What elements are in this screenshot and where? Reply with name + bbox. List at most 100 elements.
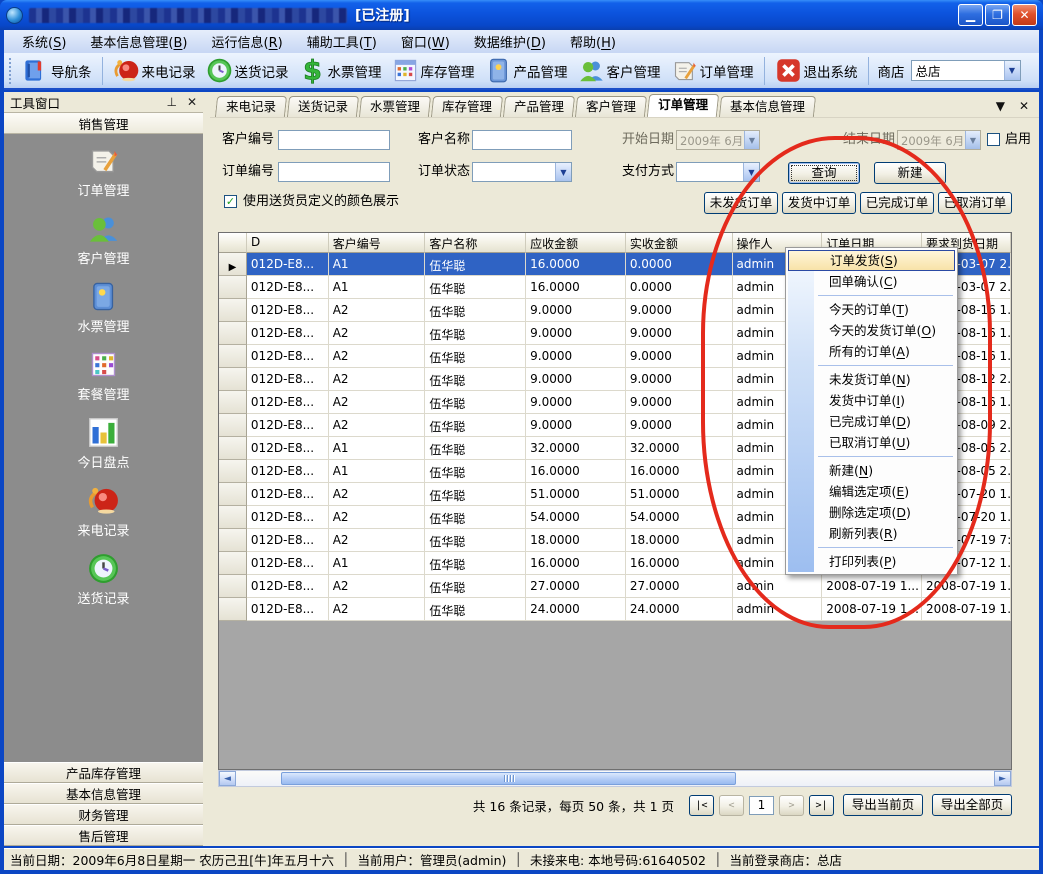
tab-送货记录[interactable]: 送货记录 (287, 96, 359, 117)
sidebar-item-water-card[interactable]: 水票管理 (77, 280, 129, 335)
menu-separator (818, 456, 953, 457)
minimize-button[interactable]: ▁ (958, 4, 983, 26)
start-date-picker[interactable]: 2009年 6月 8日 ▼ (676, 130, 760, 150)
store-combo[interactable]: 总店 ▼ (911, 60, 1021, 81)
sidebar-item-package-grid[interactable]: 套餐管理 (77, 348, 129, 403)
sidebar-item-customer-people[interactable]: 客户管理 (77, 212, 129, 267)
context-menu-item-回单确认[interactable]: 回单确认(C) (816, 271, 955, 292)
scroll-right-icon[interactable]: ► (994, 771, 1011, 786)
order-status-combo[interactable]: ▼ (472, 162, 572, 182)
context-menu-item-今天的发货订单[interactable]: 今天的发货订单(O) (816, 320, 955, 341)
menu-item-S[interactable]: 系统(S) (12, 30, 76, 53)
column-header[interactable]: 客户名称 (425, 233, 526, 253)
prev-page-button[interactable]: < (719, 795, 744, 816)
close-icon[interactable]: ✕ (187, 95, 197, 109)
column-header[interactable]: D (247, 233, 329, 253)
chevron-down-icon[interactable]: ▼ (744, 131, 759, 149)
next-page-button[interactable]: > (779, 795, 804, 816)
chevron-down-icon[interactable]: ▼ (743, 163, 759, 181)
context-menu-item-订单发货[interactable]: 订单发货(S) (788, 250, 955, 271)
export-all-pages-button[interactable]: 导出全部页 (932, 794, 1012, 816)
pay-method-combo[interactable]: ▼ (676, 162, 760, 182)
context-menu-item-编辑选定项[interactable]: 编辑选定项(E) (816, 481, 955, 502)
sidebar-item-order-scroll[interactable]: 订单管理 (77, 144, 129, 199)
menu-item-R[interactable]: 运行信息(R) (202, 30, 293, 53)
tab-基本信息管理[interactable]: 基本信息管理 (719, 96, 816, 117)
context-menu-item-未发货订单[interactable]: 未发货订单(N) (816, 369, 955, 390)
tab-close-icon[interactable]: ✕ (1019, 99, 1029, 113)
enable-checkbox[interactable] (987, 133, 1000, 146)
toolbar-button-dollar[interactable]: $水票管理 (294, 55, 387, 86)
column-header[interactable] (219, 233, 247, 253)
toolbar-button-navigator-book[interactable]: 导航条 (17, 55, 97, 86)
sidebar-item-delivery-clock[interactable]: 送货记录 (77, 552, 129, 607)
context-menu-item-所有的订单[interactable]: 所有的订单(A) (816, 341, 955, 362)
sidebar-group-bar[interactable]: 财务管理 (4, 804, 203, 825)
sidebar-group-bar[interactable]: 基本信息管理 (4, 783, 203, 804)
tab-客户管理[interactable]: 客户管理 (575, 96, 647, 117)
context-menu-item-今天的订单[interactable]: 今天的订单(T) (816, 299, 955, 320)
tab-库存管理[interactable]: 库存管理 (431, 96, 503, 117)
menu-item-B[interactable]: 基本信息管理(B) (80, 30, 197, 53)
last-page-button[interactable]: >| (809, 795, 834, 816)
column-header[interactable]: 应收金额 (526, 233, 626, 253)
page-number-input[interactable]: 1 (749, 796, 774, 815)
column-header[interactable]: 客户编号 (329, 233, 426, 253)
status-filter-button-1[interactable]: 发货中订单 (782, 192, 856, 214)
toolbar-button-call-bell[interactable]: 来电记录 (108, 55, 201, 86)
toolbar-button-customer-people[interactable]: 客户管理 (573, 55, 666, 86)
status-filter-button-3[interactable]: 已取消订单 (938, 192, 1012, 214)
sidebar-group-bar[interactable]: 售后管理 (4, 825, 203, 846)
sidebar-group-sales[interactable]: 销售管理 (4, 113, 203, 134)
end-date-picker[interactable]: 2009年 6月 8日 ▼ (897, 130, 981, 150)
context-menu-item-已完成订单[interactable]: 已完成订单(D) (816, 411, 955, 432)
horizontal-scrollbar[interactable]: ◄ ► (218, 770, 1012, 787)
scrollbar-thumb[interactable] (281, 772, 736, 785)
toolbar-button-delivery-clock[interactable]: 送货记录 (201, 55, 294, 86)
toolbar-button-product-book[interactable]: 产品管理 (480, 55, 573, 86)
status-filter-button-2[interactable]: 已完成订单 (860, 192, 934, 214)
color-display-checkbox[interactable]: ✓ (224, 195, 237, 208)
toolbar-grip[interactable] (9, 58, 14, 84)
sidebar-group-bar[interactable]: 产品库存管理 (4, 762, 203, 783)
context-menu-item-发货中订单[interactable]: 发货中订单(I) (816, 390, 955, 411)
toolbar-button-inventory-grid[interactable]: 库存管理 (387, 55, 480, 86)
chevron-down-icon[interactable]: ▼ (965, 131, 980, 149)
customer-name-input[interactable] (472, 130, 572, 150)
column-header[interactable]: 实收金额 (626, 233, 733, 253)
context-menu-item-刷新列表[interactable]: 刷新列表(R) (816, 523, 955, 544)
close-button[interactable]: ✕ (1012, 4, 1037, 26)
menu-item-H[interactable]: 帮助(H) (560, 30, 626, 53)
tab-来电记录[interactable]: 来电记录 (215, 96, 287, 117)
context-menu-item-打印列表[interactable]: 打印列表(P) (816, 551, 955, 572)
chevron-down-icon[interactable]: ▼ (555, 163, 571, 181)
table-row[interactable]: 012D-E8...A2伍华聪27.000027.0000admin2008-0… (219, 575, 1011, 598)
table-row[interactable]: 012D-E8...A2伍华聪24.000024.0000admin2008-0… (219, 598, 1011, 621)
context-menu-item-已取消订单[interactable]: 已取消订单(U) (816, 432, 955, 453)
first-page-button[interactable]: |< (689, 795, 714, 816)
menu-item-T[interactable]: 辅助工具(T) (297, 30, 387, 53)
context-menu-item-新建[interactable]: 新建(N) (816, 460, 955, 481)
tab-scroll-down-icon[interactable]: ▼ (996, 99, 1005, 113)
customer-no-input[interactable] (278, 130, 390, 150)
status-filter-button-0[interactable]: 未发货订单 (704, 192, 778, 214)
tab-产品管理[interactable]: 产品管理 (503, 96, 575, 117)
tab-订单管理[interactable]: 订单管理 (647, 94, 719, 117)
order-no-input[interactable] (278, 162, 390, 182)
query-button[interactable]: 查询 (788, 162, 860, 184)
menu-item-D[interactable]: 数据维护(D) (464, 30, 556, 53)
chevron-down-icon[interactable]: ▼ (1004, 61, 1020, 80)
context-menu-item-删除选定项[interactable]: 删除选定项(D) (816, 502, 955, 523)
sidebar-item-today-chart[interactable]: 今日盘点 (77, 416, 129, 471)
toolbar-button-exit-x[interactable]: 退出系统 (770, 55, 863, 86)
toolbar-button-order-scroll[interactable]: 订单管理 (666, 55, 759, 86)
new-button[interactable]: 新建 (874, 162, 946, 184)
maximize-button[interactable]: ❐ (985, 4, 1010, 26)
scroll-left-icon[interactable]: ◄ (219, 771, 236, 786)
tab-水票管理[interactable]: 水票管理 (359, 96, 431, 117)
export-current-page-button[interactable]: 导出当前页 (843, 794, 923, 816)
menu-item-W[interactable]: 窗口(W) (391, 30, 460, 53)
sidebar-item-call-bell[interactable]: 来电记录 (77, 484, 129, 539)
pin-icon[interactable]: ⊥ (166, 95, 176, 109)
sidebar-splitter[interactable] (203, 92, 210, 846)
